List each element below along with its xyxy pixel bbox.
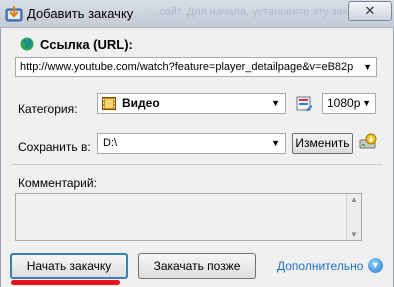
close-button[interactable]: ✕ <box>348 1 392 21</box>
save-path-value: D:\ <box>103 137 118 149</box>
more-options-link[interactable]: Дополнительно <box>277 259 363 273</box>
change-folder-button[interactable]: Изменить <box>292 133 353 154</box>
save-label: Сохранить в: <box>18 140 91 154</box>
globe-icon <box>20 37 34 51</box>
highlight-underline <box>11 280 120 285</box>
scroll-down-icon[interactable]: ▼ <box>350 230 358 239</box>
chevron-down-icon[interactable]: ▼ <box>271 94 280 113</box>
category-edit-icon[interactable] <box>296 95 313 112</box>
resolution-value: 1080p <box>327 96 361 110</box>
category-value: Видео <box>122 96 160 110</box>
download-later-button[interactable]: Закачать позже <box>138 253 256 279</box>
url-label: Ссылка (URL): <box>40 37 133 52</box>
drive-icon[interactable] <box>359 133 377 151</box>
category-label: Категория: <box>18 102 78 116</box>
start-download-button[interactable]: Начать закачку <box>10 253 128 279</box>
resolution-select[interactable]: 1080p ▼ <box>322 93 376 114</box>
chevron-down-icon[interactable]: ▼ <box>360 58 372 76</box>
url-input[interactable]: http://www.youtube.com/watch?feature=pla… <box>15 57 377 77</box>
title-bar: ...сайт. Для начала, установите эту зака… <box>0 0 394 28</box>
comment-label: Комментарий: <box>18 176 97 190</box>
background-window-text: ...сайт. Для начала, установите эту зака… <box>150 6 370 18</box>
window-title: Добавить закачку <box>27 6 134 21</box>
app-download-icon <box>5 6 23 22</box>
chevron-down-icon[interactable]: ▼ <box>368 258 383 273</box>
save-path-input[interactable]: D:\ ▼ <box>97 133 286 154</box>
separator <box>12 164 382 165</box>
film-icon <box>102 97 116 110</box>
category-select[interactable]: Видео ▼ <box>97 93 286 114</box>
comment-scrollbar[interactable]: ▲ ▼ <box>346 194 361 240</box>
scroll-up-icon[interactable]: ▲ <box>350 195 358 204</box>
chevron-down-icon[interactable]: ▼ <box>362 94 371 113</box>
url-value: http://www.youtube.com/watch?feature=pla… <box>20 61 354 73</box>
comment-textarea[interactable]: ▲ ▼ <box>15 193 362 241</box>
chevron-down-icon[interactable]: ▼ <box>271 134 280 153</box>
